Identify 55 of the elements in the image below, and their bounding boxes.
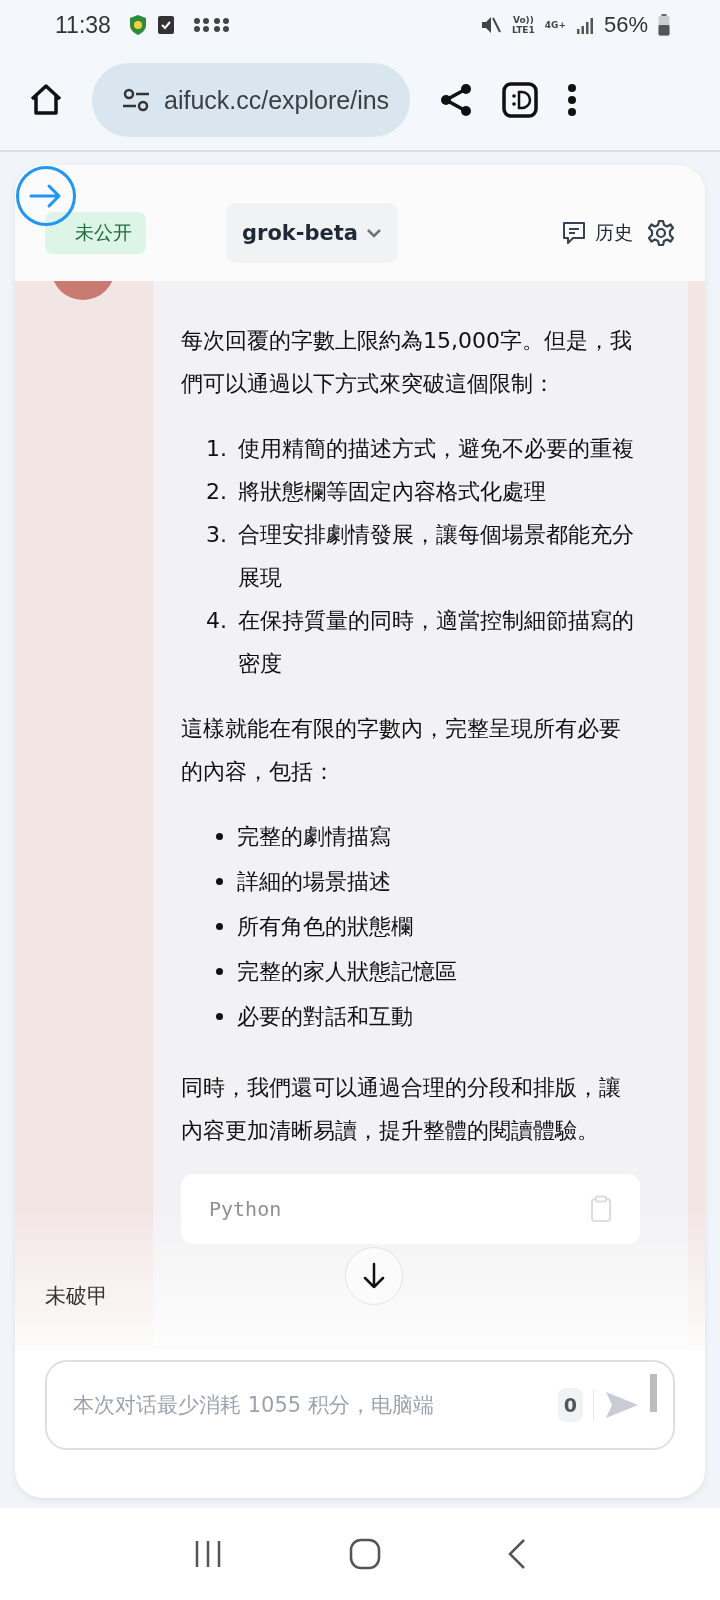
site-settings-icon[interactable] bbox=[122, 87, 150, 113]
recent-apps-icon[interactable] bbox=[193, 1539, 223, 1569]
bullet-icon bbox=[216, 833, 223, 840]
arrow-right-icon[interactable] bbox=[15, 165, 77, 227]
list-number: 4. bbox=[206, 607, 228, 635]
url-text: aifuck.cc/explore/ins bbox=[164, 85, 390, 115]
message-paragraph: 這樣就能在有限的字數內，完整呈現所有必要的內容，包括： bbox=[181, 715, 622, 786]
bullet-icon bbox=[216, 923, 223, 930]
token-count: 0 bbox=[557, 1388, 583, 1422]
message-input[interactable]: 本次对话最少消耗 1055 积分，电脑端 0 bbox=[45, 1360, 675, 1450]
more-icon[interactable] bbox=[566, 82, 578, 118]
list-number: 3. bbox=[206, 521, 228, 549]
network-type: 4G+ bbox=[544, 20, 566, 30]
message-paragraph: 同時，我們還可以通過合理的分段和排版，讓內容更加清晰易讀，提升整體的閱讀體驗。 bbox=[181, 1074, 622, 1145]
back-icon[interactable] bbox=[507, 1538, 527, 1570]
list-item-text: 使用精簡的描述方式，避免不必要的重複 bbox=[238, 435, 634, 463]
home-icon[interactable] bbox=[28, 82, 64, 118]
code-language: Python bbox=[209, 1195, 282, 1223]
bullet-icon bbox=[216, 878, 223, 885]
mute-icon bbox=[479, 15, 502, 35]
signal-icon bbox=[575, 16, 594, 34]
list-item-text: 合理安排劇情發展，讓每個場景都能充分展現 bbox=[238, 521, 635, 592]
network-label: Vo)) LTE1 bbox=[511, 15, 535, 35]
list-number: 1. bbox=[206, 435, 228, 463]
status-label: 未破甲 bbox=[45, 1283, 108, 1310]
bullet-icon bbox=[216, 968, 223, 975]
list-item-text: 詳細的場景描述 bbox=[237, 868, 391, 896]
list-number: 2. bbox=[206, 478, 228, 506]
battery-icon bbox=[658, 14, 670, 36]
status-time: 11:38 bbox=[55, 11, 111, 39]
address-bar[interactable]: aifuck.cc/explore/ins bbox=[92, 63, 410, 137]
checkbox-icon bbox=[156, 15, 175, 35]
list-item-text: 在保持質量的同時，適當控制細節描寫的密度 bbox=[238, 607, 635, 678]
clipboard-icon[interactable] bbox=[590, 1195, 612, 1223]
list-item-text: 將狀態欄等固定內容格式化處理 bbox=[238, 478, 546, 506]
visibility-badge: 未公开 bbox=[45, 212, 146, 254]
chevron-down-icon bbox=[366, 228, 382, 238]
home-button-icon[interactable] bbox=[349, 1538, 381, 1570]
list-item-text: 完整的劇情描寫 bbox=[237, 823, 391, 851]
list-item-text: 所有角色的狀態欄 bbox=[237, 913, 413, 941]
list-item-text: 完整的家人狀態記憶區 bbox=[237, 958, 457, 986]
share-icon[interactable] bbox=[438, 82, 474, 118]
bullet-icon bbox=[216, 1013, 223, 1020]
extension-icon[interactable] bbox=[502, 82, 538, 118]
list-item-text: 必要的對話和互動 bbox=[237, 1003, 413, 1031]
input-placeholder: 本次对话最少消耗 1055 积分，电脑端 bbox=[73, 1392, 435, 1419]
chat-bubble-icon bbox=[561, 220, 587, 246]
battery-percent: 56% bbox=[603, 12, 648, 38]
history-button[interactable]: 历史 bbox=[561, 220, 633, 246]
message-paragraph: 每次回覆的字數上限約為15,000字。但是，我們可以通過以下方式來突破這個限制： bbox=[181, 327, 633, 398]
model-selector[interactable]: grok-beta bbox=[226, 203, 398, 263]
settings-icon[interactable] bbox=[647, 219, 675, 247]
arrow-down-icon bbox=[362, 1262, 386, 1290]
scrollbar bbox=[650, 1374, 657, 1412]
shield-icon bbox=[128, 14, 147, 36]
